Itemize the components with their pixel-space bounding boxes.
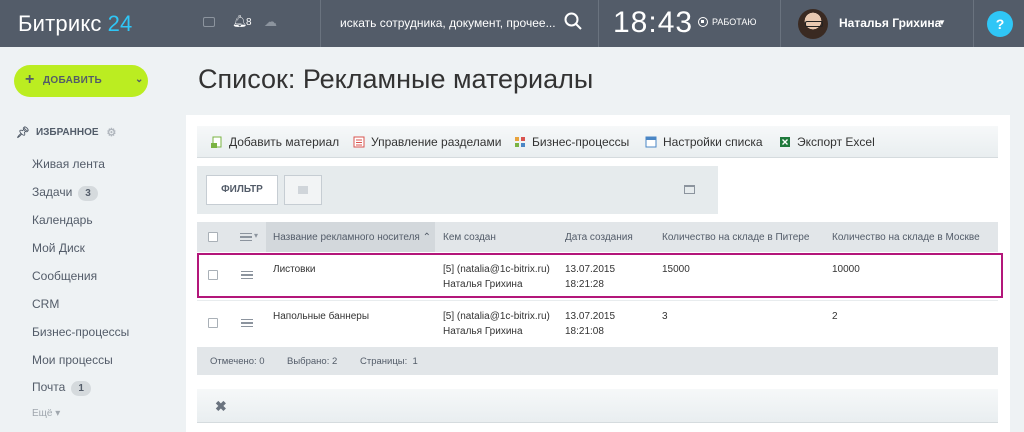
filter-toggle-button[interactable] bbox=[284, 175, 322, 205]
gear-icon[interactable]: ⚙ bbox=[107, 126, 117, 139]
sections-icon bbox=[353, 136, 365, 148]
avatar[interactable] bbox=[798, 9, 828, 39]
search-box[interactable]: искать сотрудника, документ, прочее... bbox=[322, 0, 598, 47]
column-header-creator[interactable]: Кем создан bbox=[443, 232, 496, 243]
work-status-label: РАБОТАЮ bbox=[712, 17, 757, 27]
column-menu-icon[interactable] bbox=[240, 233, 252, 241]
row2-time: 18:21:08 bbox=[565, 326, 604, 337]
sidebar-item-mail[interactable]: Почта 1 bbox=[32, 380, 91, 396]
marked-count: Отмечено: 0 bbox=[210, 356, 265, 367]
manage-sections-button[interactable]: Управление разделами bbox=[353, 135, 501, 149]
row-menu-icon[interactable] bbox=[241, 319, 253, 327]
group-action-bar bbox=[197, 389, 998, 423]
column-header-stock-msk[interactable]: Количество на складе в Москве bbox=[832, 232, 980, 243]
row-divider bbox=[197, 300, 998, 301]
row2-creator-name: Наталья Грихина bbox=[443, 326, 523, 337]
plus-icon: + bbox=[25, 71, 35, 88]
add-button-label: ДОБАВИТЬ bbox=[43, 75, 103, 86]
excel-icon bbox=[780, 137, 790, 147]
sort-asc-icon: ⌃ bbox=[422, 232, 431, 243]
help-button[interactable]: ? bbox=[987, 11, 1013, 37]
notification-count: 8 bbox=[246, 17, 252, 28]
divider bbox=[598, 0, 599, 47]
page-title: Список: Рекламные материалы bbox=[198, 64, 594, 94]
row-highlight-frame bbox=[197, 253, 1003, 298]
chat-icon[interactable] bbox=[203, 17, 215, 27]
row2-date: 13.07.2015 bbox=[565, 311, 616, 322]
bizproc-icon bbox=[515, 137, 525, 147]
search-input[interactable]: искать сотрудника, документ, прочее... bbox=[340, 16, 556, 30]
row2-stock-spb: 3 bbox=[662, 311, 668, 322]
row-checkbox[interactable] bbox=[208, 318, 218, 328]
add-material-button[interactable]: Добавить материал bbox=[211, 135, 339, 149]
sidebar-item-live-feed[interactable]: Живая лента bbox=[32, 157, 105, 171]
divider bbox=[320, 0, 321, 47]
row2-creator-email: [5] (natalia@1c-bitrix.ru) bbox=[443, 311, 550, 322]
bizproc-button[interactable]: Бизнес-процессы bbox=[514, 135, 629, 149]
bitrix-logo[interactable]: Битрикс 24 bbox=[18, 11, 132, 37]
chevron-down-icon: ⌄ bbox=[135, 74, 144, 85]
mail-badge: 1 bbox=[71, 381, 91, 396]
caret-down-icon[interactable]: ▼ bbox=[938, 18, 946, 27]
work-status[interactable]: РАБОТАЮ bbox=[698, 17, 757, 27]
stop-icon bbox=[698, 17, 708, 27]
search-icon[interactable] bbox=[564, 12, 582, 30]
user-name[interactable]: Наталья Грихина bbox=[839, 16, 941, 30]
tasks-badge: 3 bbox=[78, 186, 98, 201]
row2-name[interactable]: Напольные баннеры bbox=[273, 309, 369, 324]
column-header-date[interactable]: Дата создания bbox=[565, 232, 633, 243]
divider bbox=[780, 0, 781, 47]
pin-icon: 📌︎ bbox=[16, 127, 30, 139]
column-header-stock-spb[interactable]: Количество на складе в Питере bbox=[662, 232, 809, 243]
filter-button[interactable]: ФИЛЬТР bbox=[206, 175, 278, 205]
divider bbox=[973, 0, 974, 47]
list-settings-button[interactable]: Настройки списка bbox=[645, 135, 763, 149]
select-all-checkbox[interactable] bbox=[208, 232, 218, 242]
pages-count: Страницы: 1 bbox=[360, 356, 418, 367]
close-icon[interactable]: ✖ bbox=[215, 398, 227, 415]
favorites-title: 📌︎ ИЗБРАННОЕ ⚙ bbox=[16, 126, 116, 139]
add-button[interactable]: + ДОБАВИТЬ ⌄ bbox=[14, 65, 148, 97]
column-header-name[interactable]: Название рекламного носителя ⌃ bbox=[273, 232, 431, 243]
export-excel-button[interactable]: Экспорт Excel bbox=[779, 135, 875, 149]
top-header: Битрикс 24 🔔︎ 8 ☁ искать сотрудника, доку… bbox=[0, 0, 1024, 47]
settings-list-icon bbox=[645, 136, 657, 148]
sidebar-item-disk[interactable]: Мой Диск bbox=[32, 241, 85, 255]
favorites-label: ИЗБРАННОЕ bbox=[35, 127, 99, 138]
filter-toggle-icon bbox=[298, 186, 308, 194]
selected-count: Выбрано: 2 bbox=[287, 356, 338, 367]
bell-icon[interactable]: 🔔︎ bbox=[232, 14, 247, 28]
sidebar-item-messages[interactable]: Сообщения bbox=[32, 269, 97, 283]
window-icon[interactable] bbox=[684, 185, 695, 194]
add-doc-icon bbox=[211, 136, 222, 148]
chevron-down-icon[interactable]: ▾ bbox=[254, 231, 258, 240]
sidebar-item-crm[interactable]: CRM bbox=[32, 297, 59, 311]
sidebar-item-bizproc[interactable]: Бизнес-процессы bbox=[32, 325, 129, 339]
more-link[interactable]: Ещё ▾ bbox=[32, 408, 60, 419]
cloud-icon[interactable]: ☁ bbox=[264, 14, 277, 30]
clock[interactable]: 18:43 bbox=[613, 6, 693, 40]
sidebar-item-calendar[interactable]: Календарь bbox=[32, 213, 93, 227]
sidebar-item-my-processes[interactable]: Мои процессы bbox=[32, 353, 113, 367]
sidebar-item-tasks[interactable]: Задачи 3 bbox=[32, 185, 98, 201]
row2-stock-msk: 2 bbox=[832, 311, 838, 322]
